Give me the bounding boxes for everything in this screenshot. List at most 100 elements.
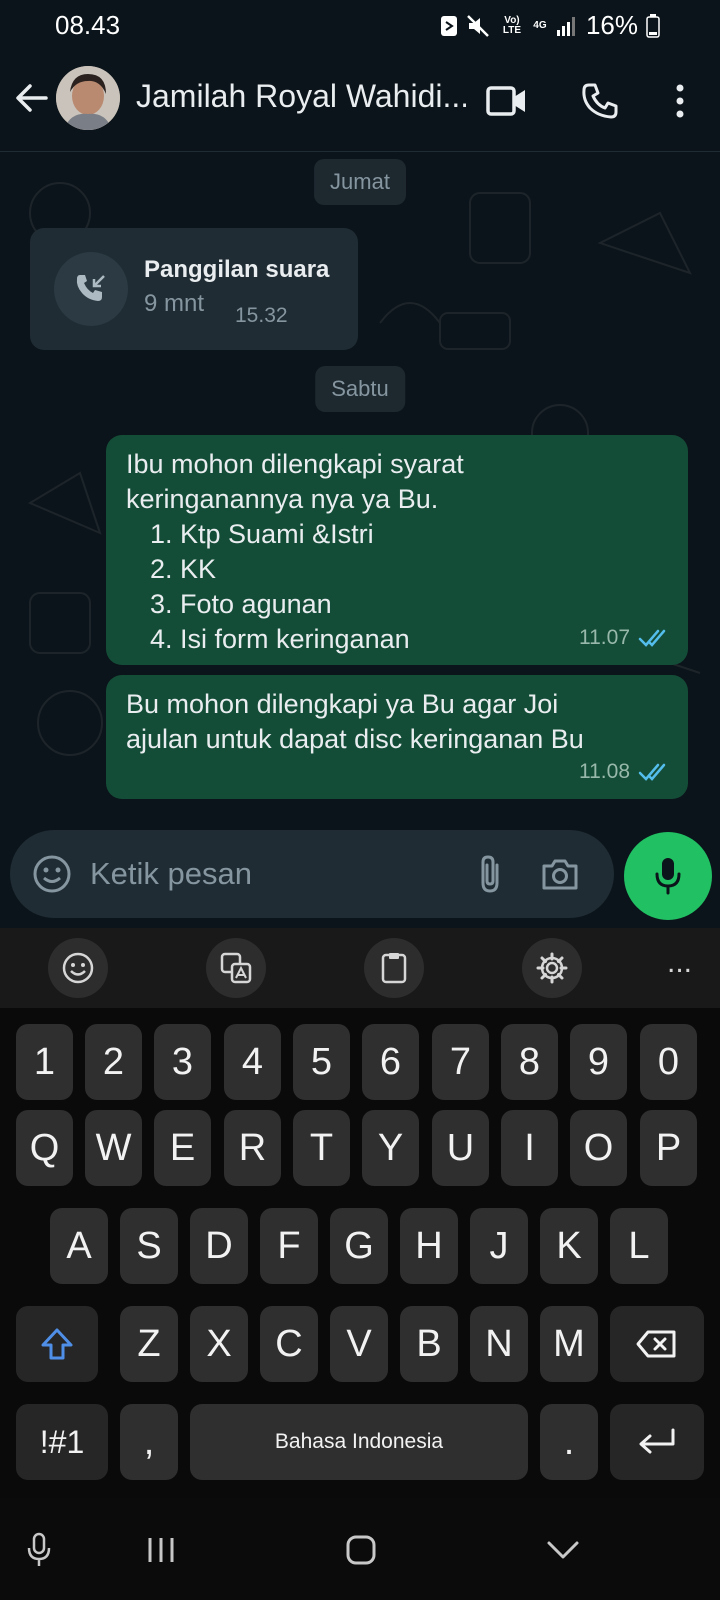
key-i[interactable]: I <box>501 1110 558 1186</box>
key-p[interactable]: P <box>640 1110 697 1186</box>
status-time: 08.43 <box>55 10 121 40</box>
voice-call-button[interactable] <box>575 76 625 126</box>
key-s[interactable]: S <box>120 1208 178 1284</box>
message-text: Ibu mohon dilengkapi syarat keringananny… <box>126 449 464 514</box>
key-7[interactable]: 7 <box>432 1024 489 1100</box>
voice-message-button[interactable] <box>624 832 712 920</box>
key-3[interactable]: 3 <box>154 1024 211 1100</box>
voice-call-bubble[interactable]: Panggilan suara 9 mnt 15.32 <box>30 228 358 350</box>
key-g[interactable]: G <box>330 1208 388 1284</box>
nfc-icon <box>440 15 457 36</box>
space-key[interactable]: Bahasa Indonesia <box>190 1404 528 1480</box>
key-t[interactable]: T <box>293 1110 350 1186</box>
key-h[interactable]: H <box>400 1208 458 1284</box>
key-0[interactable]: 0 <box>640 1024 697 1100</box>
key-8[interactable]: 8 <box>501 1024 558 1100</box>
message-time: 11.07 <box>579 626 630 649</box>
mute-icon <box>467 14 489 37</box>
list-item: 3. Foto agunan <box>150 589 332 619</box>
comma-key[interactable]: , <box>120 1404 178 1480</box>
back-button[interactable] <box>14 80 54 124</box>
outgoing-message-2[interactable]: Bu mohon dilengkapi ya Bu agar Joi ajula… <box>106 675 688 799</box>
key-o[interactable]: O <box>570 1110 627 1186</box>
emoji-icon <box>33 855 71 893</box>
enter-key[interactable] <box>610 1404 704 1480</box>
keyboard-emoji-button[interactable] <box>48 938 108 998</box>
voice-input-button[interactable] <box>14 1528 64 1572</box>
enter-icon <box>639 1428 675 1454</box>
key-9[interactable]: 9 <box>570 1024 627 1100</box>
period-key[interactable]: . <box>540 1404 598 1480</box>
chat-area[interactable]: Jumat Panggilan suara 9 mnt 15.32 Sabtu … <box>0 153 720 928</box>
status-icons: Vo) LTE 4G 16% <box>440 10 660 41</box>
keyboard-translate-button[interactable] <box>206 938 266 998</box>
recent-apps-button[interactable] <box>136 1528 186 1572</box>
chat-header: Jamilah Royal Wahidi... <box>0 52 720 152</box>
key-6[interactable]: 6 <box>362 1024 419 1100</box>
hide-keyboard-button[interactable] <box>538 1528 588 1572</box>
key-k[interactable]: K <box>540 1208 598 1284</box>
battery-percent: 16% <box>585 10 638 40</box>
key-n[interactable]: N <box>470 1306 528 1382</box>
key-4[interactable]: 4 <box>224 1024 281 1100</box>
key-y[interactable]: Y <box>362 1110 419 1186</box>
key-r[interactable]: R <box>224 1110 281 1186</box>
key-j[interactable]: J <box>470 1208 528 1284</box>
keyboard-settings-button[interactable] <box>522 938 582 998</box>
message-meta: 11.07 <box>579 620 670 655</box>
key-1[interactable]: 1 <box>16 1024 73 1100</box>
missed-call-icon-wrap <box>54 252 128 326</box>
more-vert-icon <box>676 84 684 118</box>
video-call-button[interactable] <box>482 76 532 126</box>
key-x[interactable]: X <box>190 1306 248 1382</box>
emoji-icon <box>62 952 94 984</box>
recents-icon <box>148 1538 174 1562</box>
message-input[interactable] <box>90 852 430 896</box>
contact-avatar[interactable] <box>56 66 120 130</box>
microphone-icon <box>27 1532 51 1566</box>
back-arrow-icon <box>16 84 48 112</box>
key-a[interactable]: A <box>50 1208 108 1284</box>
backspace-key[interactable] <box>610 1306 704 1382</box>
message-meta: 11.08 <box>579 754 670 789</box>
screen: 08.43 Vo) LTE 4G 16% Jamilah Royal Wahid… <box>0 0 720 1600</box>
key-b[interactable]: B <box>400 1306 458 1382</box>
shift-key[interactable] <box>16 1306 98 1382</box>
key-5[interactable]: 5 <box>293 1024 350 1100</box>
key-l[interactable]: L <box>610 1208 668 1284</box>
key-d[interactable]: D <box>190 1208 248 1284</box>
keyboard-more-button[interactable]: ... <box>667 946 692 980</box>
translate-icon <box>220 952 252 984</box>
avatar-photo <box>56 66 120 130</box>
clipboard-icon <box>381 953 407 984</box>
home-button[interactable] <box>336 1528 386 1572</box>
contact-name[interactable]: Jamilah Royal Wahidi... <box>136 78 466 115</box>
more-options-button[interactable] <box>655 76 705 126</box>
key-e[interactable]: E <box>154 1110 211 1186</box>
4g-label: 4G <box>533 19 547 31</box>
lte-label: Vo) LTE <box>502 14 522 36</box>
keyboard-clipboard-button[interactable] <box>364 938 424 998</box>
key-m[interactable]: M <box>540 1306 598 1382</box>
key-u[interactable]: U <box>432 1110 489 1186</box>
key-w[interactable]: W <box>85 1110 142 1186</box>
keyboard-toolbar: ... <box>0 928 720 1008</box>
key-z[interactable]: Z <box>120 1306 178 1382</box>
symbols-key[interactable]: !#1 <box>16 1404 108 1480</box>
attach-button[interactable] <box>466 850 514 898</box>
message-composer <box>10 830 614 918</box>
read-receipt-icon <box>638 629 666 647</box>
battery-icon <box>646 13 660 38</box>
message-time: 11.08 <box>579 760 630 783</box>
key-v[interactable]: V <box>330 1306 388 1382</box>
key-2[interactable]: 2 <box>85 1024 142 1100</box>
emoji-button[interactable] <box>28 850 76 898</box>
camera-icon <box>542 859 578 890</box>
gear-icon <box>536 952 568 984</box>
key-f[interactable]: F <box>260 1208 318 1284</box>
outgoing-message-1[interactable]: Ibu mohon dilengkapi syarat keringananny… <box>106 435 688 665</box>
key-q[interactable]: Q <box>16 1110 73 1186</box>
camera-button[interactable] <box>536 850 584 898</box>
microphone-icon <box>655 858 681 895</box>
key-c[interactable]: C <box>260 1306 318 1382</box>
